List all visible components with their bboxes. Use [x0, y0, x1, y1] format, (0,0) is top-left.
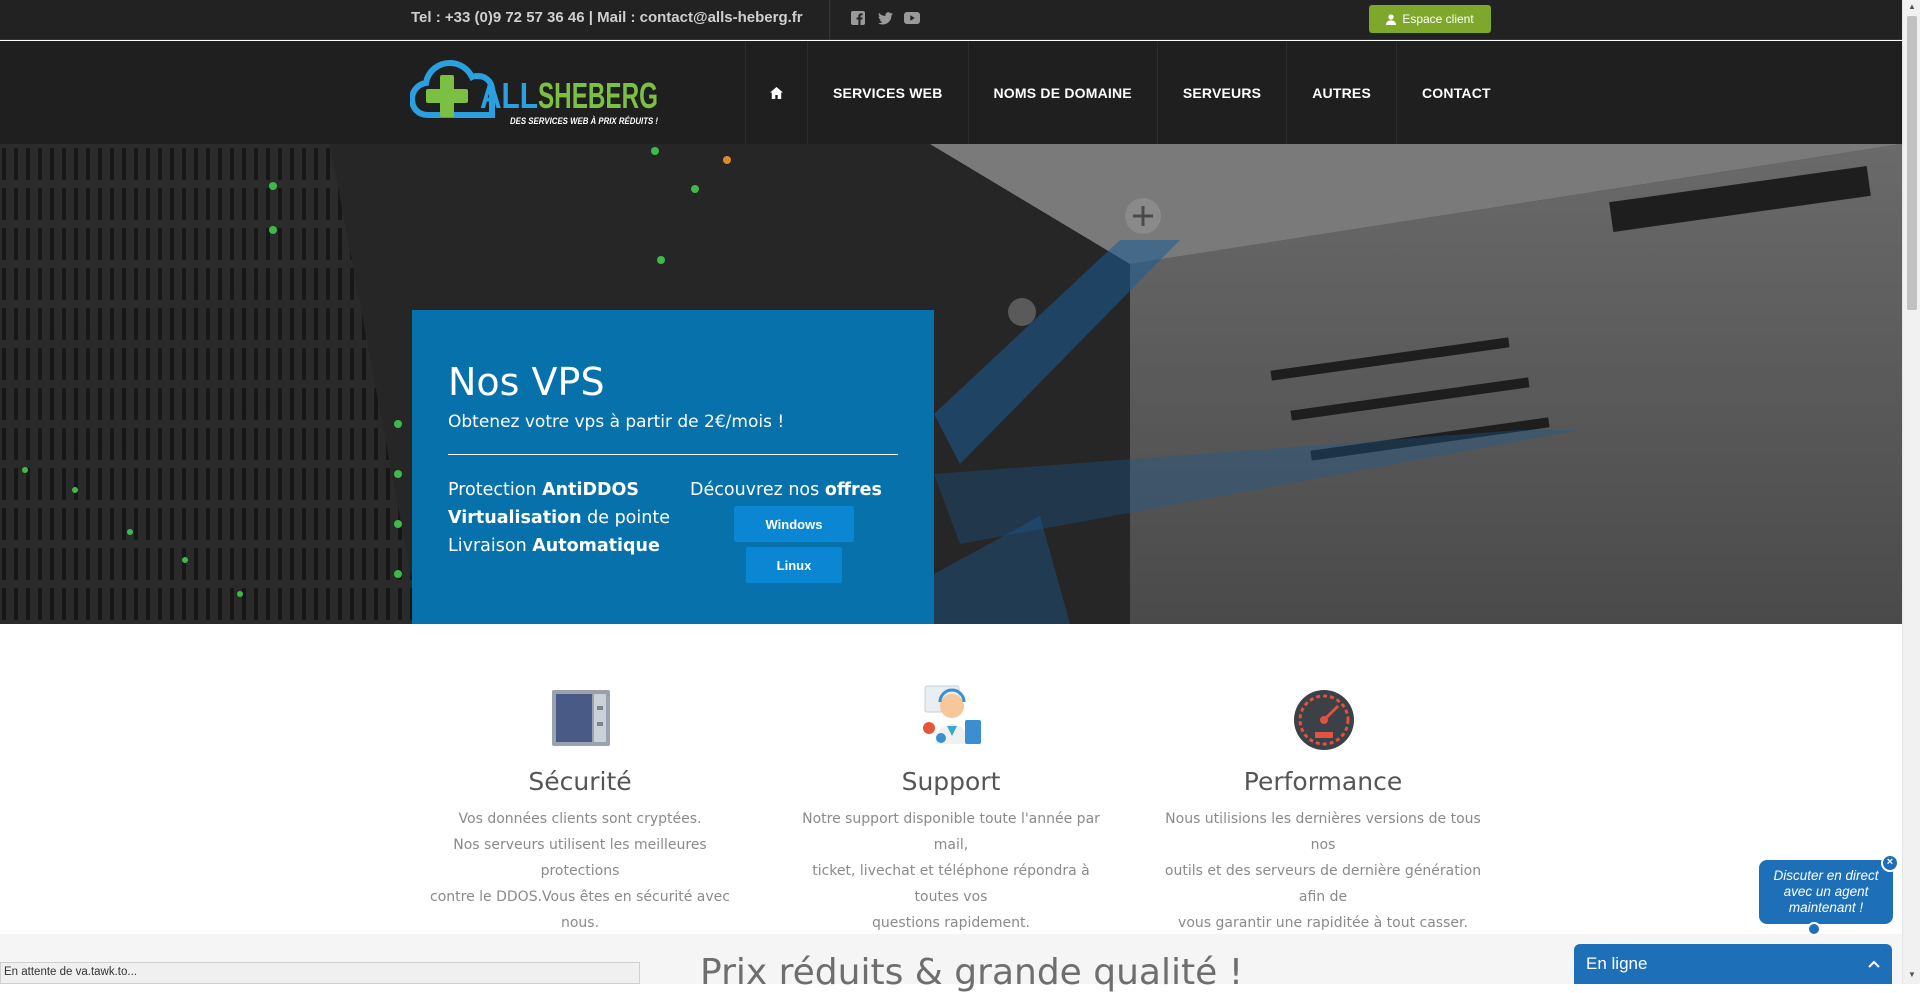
chevron-up-icon[interactable]: [1868, 960, 1880, 968]
espace-client-button[interactable]: Espace client: [1369, 5, 1491, 33]
main-navbar: ALL SHEBERG DES SERVICES WEB À PRIX RÉDU…: [0, 41, 1902, 144]
chat-invite-text: Discuter en direct avec un agent mainten…: [1773, 868, 1879, 915]
server-rack-background: [0, 144, 1902, 624]
twitter-icon[interactable]: [877, 10, 893, 26]
svg-text:DES SERVICES WEB À PRIX RÉDUIT: DES SERVICES WEB À PRIX RÉDUITS !: [510, 116, 658, 126]
nav-services-web[interactable]: SERVICES WEB: [807, 41, 968, 144]
close-icon[interactable]: ×: [1881, 854, 1899, 872]
chat-status-label: En ligne: [1586, 954, 1648, 973]
home-icon: [770, 86, 783, 99]
facebook-icon[interactable]: [850, 10, 866, 26]
user-icon: [1386, 13, 1397, 25]
vps-subtitle: Obtenez votre vps à partir de 2€/mois !: [448, 412, 785, 432]
youtube-icon[interactable]: [904, 10, 920, 26]
divider: [829, 0, 830, 40]
site-logo[interactable]: ALL SHEBERG DES SERVICES WEB À PRIX RÉDU…: [408, 49, 670, 139]
features-section: Sécurité Vos données clients sont crypté…: [0, 624, 1902, 934]
feature-antiddos: Protection AntiDDOS: [448, 480, 640, 500]
feature-title: Support: [901, 767, 1001, 796]
chat-invite-bubble[interactable]: Discuter en direct avec un agent mainten…: [1759, 854, 1899, 936]
page-scrollbar[interactable]: ▲ ▼: [1902, 0, 1920, 984]
hero-banner: Nos VPS Obtenez votre vps à partir de 2€…: [0, 144, 1902, 624]
divider: [448, 454, 898, 455]
scroll-down-icon[interactable]: ▼: [1907, 970, 1917, 980]
scrollbar-thumb[interactable]: [1907, 16, 1917, 310]
svg-text:ALL: ALL: [480, 75, 538, 116]
chat-bubble-tail: [1807, 922, 1821, 936]
feature-livraison: Livraison Automatique: [448, 536, 660, 556]
linux-button[interactable]: Linux: [746, 547, 842, 583]
nav-home[interactable]: [745, 41, 807, 144]
top-bar: Tel : +33 (0)9 72 57 36 46 | Mail : cont…: [0, 0, 1902, 40]
feature-title: Performance: [1243, 767, 1403, 796]
feature-virtualisation: Virtualisation de pointe: [448, 508, 670, 528]
espace-client-label: Espace client: [1402, 12, 1474, 26]
vps-promo-panel: Nos VPS Obtenez votre vps à partir de 2€…: [412, 310, 934, 624]
feature-description: Nous utilisions les dernières versions d…: [1164, 811, 1482, 931]
server-security-icon: [552, 690, 610, 746]
scroll-up-icon[interactable]: ▲: [1907, 2, 1917, 12]
nav-noms-de-domaine[interactable]: NOMS DE DOMAINE: [967, 41, 1157, 144]
speedometer-icon: [1294, 690, 1354, 750]
support-agent-icon: [923, 685, 981, 744]
discover-offers: Découvrez nos offres: [690, 480, 882, 500]
svg-text:SHEBERG: SHEBERG: [538, 75, 658, 116]
feature-description: Notre support disponible toute l'année p…: [802, 811, 1100, 931]
section-heading: Prix réduits & grande qualité !: [700, 952, 1244, 993]
vps-title: Nos VPS: [448, 360, 605, 404]
feature-description: Vos données clients sont cryptées. Nos se…: [430, 811, 730, 931]
windows-button[interactable]: Windows: [734, 506, 854, 542]
main-nav: SERVICES WEB NOMS DE DOMAINE SERVEURS AU…: [745, 41, 1516, 144]
contact-info: Tel : +33 (0)9 72 57 36 46 | Mail : cont…: [411, 9, 803, 26]
nav-serveurs[interactable]: SERVEURS: [1156, 41, 1286, 144]
feature-title: Sécurité: [528, 767, 632, 796]
nav-contact[interactable]: CONTACT: [1395, 41, 1516, 144]
chat-bar[interactable]: En ligne: [1574, 944, 1892, 984]
browser-status-bar: En attente de va.tawk.to...: [0, 962, 640, 984]
nav-autres[interactable]: AUTRES: [1286, 41, 1396, 144]
